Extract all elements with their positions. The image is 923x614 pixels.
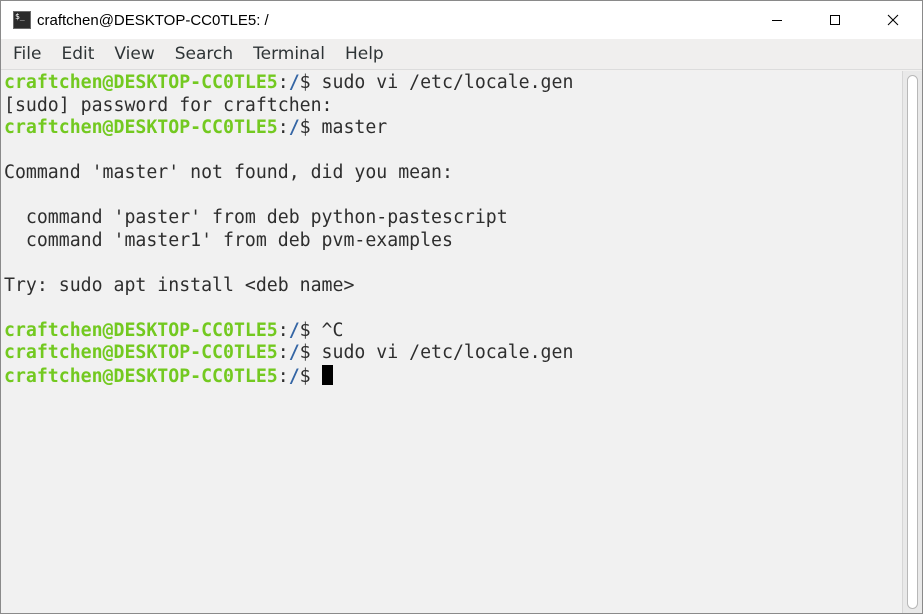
- output-text: Command 'master' not found, did you mean…: [4, 162, 453, 183]
- prompt-separator: :: [277, 319, 289, 341]
- output-line: Try: sudo apt install <deb name>: [4, 275, 902, 298]
- command-text: $ sudo vi /etc/locale.gen: [299, 72, 574, 93]
- prompt-user-host: craftchen@DESKTOP-CC0TLE5: [4, 342, 278, 363]
- menu-search[interactable]: Search: [165, 39, 243, 70]
- maximize-icon: [830, 15, 840, 25]
- scrollbar-thumb[interactable]: [907, 75, 918, 609]
- output-text: command 'paster' from deb python-pastesc…: [4, 207, 508, 228]
- text-cursor: [321, 364, 333, 385]
- prompt-path: /: [288, 365, 300, 387]
- prompt-separator: :: [277, 72, 289, 93]
- menu-help[interactable]: Help: [335, 39, 394, 70]
- prompt-line: craftchen@DESKTOP-CC0TLE5:/$ ^C: [4, 320, 902, 343]
- prompt-line: craftchen@DESKTOP-CC0TLE5:/$: [4, 364, 902, 388]
- output-text: Try: sudo apt install <deb name>: [4, 274, 355, 296]
- vertical-scrollbar[interactable]: [902, 71, 922, 613]
- prompt-user-host: craftchen@DESKTOP-CC0TLE5: [4, 117, 278, 138]
- prompt-line: craftchen@DESKTOP-CC0TLE5:/$ master: [4, 117, 902, 140]
- prompt-line: craftchen@DESKTOP-CC0TLE5:/$ sudo vi /et…: [4, 342, 902, 365]
- prompt-user-host: craftchen@DESKTOP-CC0TLE5: [4, 72, 278, 93]
- prompt-path: /: [288, 342, 300, 363]
- prompt-user-host: craftchen@DESKTOP-CC0TLE5: [4, 365, 278, 387]
- output-line: [sudo] password for craftchen:: [4, 95, 902, 118]
- prompt-separator: :: [277, 342, 289, 363]
- prompt-path: /: [288, 117, 300, 138]
- command-text: $ sudo vi /etc/locale.gen: [299, 342, 574, 363]
- prompt-separator: :: [277, 117, 289, 138]
- output-text: [sudo] password for craftchen:: [4, 94, 333, 116]
- minimize-button[interactable]: [748, 1, 806, 39]
- terminal-output[interactable]: craftchen@DESKTOP-CC0TLE5:/$ sudo vi /et…: [1, 71, 902, 613]
- prompt-path: /: [288, 319, 300, 341]
- close-button[interactable]: [864, 1, 922, 39]
- minimize-icon: [772, 20, 782, 21]
- menu-view[interactable]: View: [104, 39, 164, 70]
- title-bar[interactable]: craftchen@DESKTOP-CC0TLE5: /: [1, 1, 922, 39]
- menu-file[interactable]: File: [3, 39, 51, 70]
- menu-terminal[interactable]: Terminal: [243, 39, 335, 70]
- prompt-user-host: craftchen@DESKTOP-CC0TLE5: [4, 319, 278, 341]
- menu-edit[interactable]: Edit: [51, 39, 104, 70]
- output-line: Command 'master' not found, did you mean…: [4, 162, 902, 185]
- close-icon: [887, 14, 899, 26]
- terminal-icon: [13, 11, 31, 29]
- output-line: command 'master1' from deb pvm-examples: [4, 230, 902, 253]
- command-text: $ master: [299, 117, 388, 138]
- prompt-separator: :: [277, 365, 289, 387]
- maximize-button[interactable]: [806, 1, 864, 39]
- terminal-area: craftchen@DESKTOP-CC0TLE5:/$ sudo vi /et…: [1, 71, 922, 613]
- output-line: command 'paster' from deb python-pastesc…: [4, 207, 902, 230]
- command-text: $: [299, 365, 322, 387]
- window-title: craftchen@DESKTOP-CC0TLE5: /: [37, 11, 269, 29]
- menu-bar: File Edit View Search Terminal Help: [1, 39, 922, 70]
- command-text: $ ^C: [299, 319, 344, 341]
- prompt-path: /: [288, 72, 300, 93]
- output-text: command 'master1' from deb pvm-examples: [4, 229, 453, 251]
- prompt-line: craftchen@DESKTOP-CC0TLE5:/$ sudo vi /et…: [4, 72, 902, 95]
- window-controls: [748, 1, 922, 39]
- terminal-window: craftchen@DESKTOP-CC0TLE5: / File E: [0, 0, 923, 614]
